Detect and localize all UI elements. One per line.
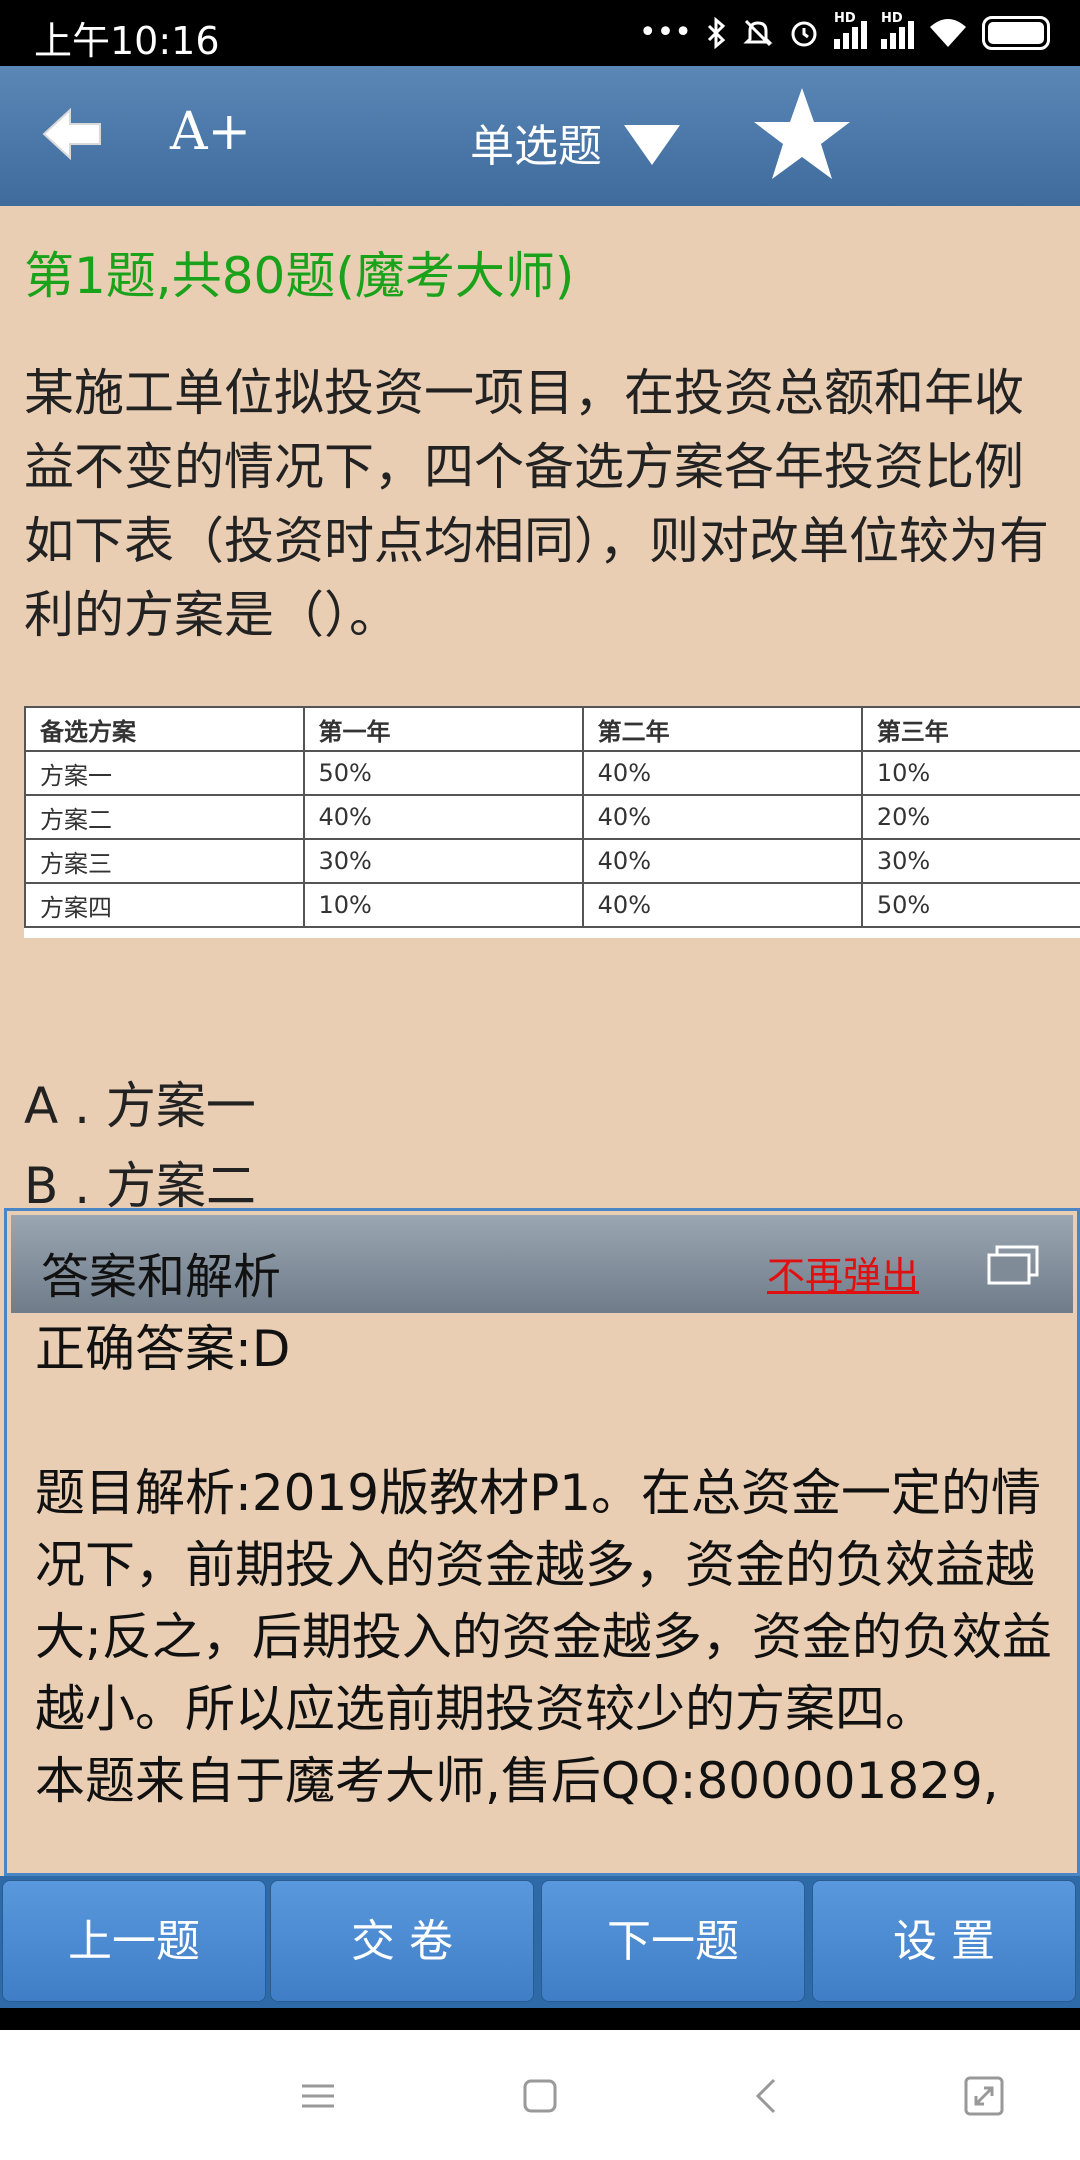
table-cell: 40% <box>581 794 863 840</box>
bottom-divider <box>0 2008 1080 2030</box>
correct-answer: 正确答案:D <box>35 1320 291 1378</box>
table-cell: 30% <box>302 838 584 884</box>
answer-analysis: 题目解析:2019版教材P1。在总资金一定的情况下，前期投入的资金越多，资金的负… <box>35 1464 1052 1738</box>
data-table: 备选方案 第一年 第二年 第三年 方案一 50% 40% 10% 方案二 40%… <box>24 706 1080 928</box>
status-time: 上午10:16 <box>34 19 220 63</box>
system-nav-bar <box>0 2030 1080 2160</box>
settings-button[interactable]: 设 置 <box>812 1880 1076 2002</box>
question-text: 某施工单位拟投资一项目，在投资总额和年收益不变的情况下，四个备选方案各年投资比例… <box>24 364 1049 644</box>
back-arrow-icon[interactable] <box>40 106 104 162</box>
more-dots-icon: ••• <box>638 15 692 50</box>
table-header-cell: 备选方案 <box>24 706 305 752</box>
table-row: 方案一 50% 40% 10% <box>24 750 1080 796</box>
menu-icon[interactable] <box>296 2074 340 2118</box>
mute-icon <box>743 19 773 47</box>
window-restore-icon[interactable] <box>987 1245 1039 1285</box>
star-icon[interactable] <box>752 84 852 184</box>
page-title: 单选题 <box>470 121 602 172</box>
option-a[interactable]: A . 方案一 <box>24 1066 256 1138</box>
hd-signal-icon: HD <box>834 11 867 49</box>
table-cell: 30% <box>860 838 1080 884</box>
question-type-selector[interactable]: 单选题 <box>470 110 680 174</box>
table-cell: 40% <box>581 882 863 928</box>
home-icon[interactable] <box>518 2074 562 2118</box>
no-popup-link[interactable]: 不再弹出 <box>767 1245 919 1300</box>
question-meta: 第1题,共80题(魔考大师) <box>24 247 575 305</box>
table-header-cell: 第二年 <box>581 706 863 752</box>
next-question-button[interactable]: 下一题 <box>541 1880 805 2002</box>
status-icons: ••• HD HD <box>638 11 1050 54</box>
font-size-button[interactable]: A+ <box>170 102 251 162</box>
submit-exam-button[interactable]: 交 卷 <box>270 1880 534 2002</box>
table-cell: 50% <box>302 750 584 796</box>
hd-signal-icon: HD <box>881 11 914 49</box>
table-cell: 40% <box>581 838 863 884</box>
table-cell: 方案三 <box>24 838 305 884</box>
answer-popup: 正确答案:D 题目解析:2019版教材P1。在总资金一定的情况下，前期投入的资金… <box>4 1208 1080 1876</box>
table-cell: 方案四 <box>24 882 305 928</box>
investment-table: 备选方案 第一年 第二年 第三年 方案一 50% 40% 10% 方案二 40%… <box>24 706 1080 938</box>
table-cell: 40% <box>581 750 863 796</box>
bottom-action-bar: 上一题 交 卷 下一题 设 置 <box>0 1876 1080 2008</box>
table-header-cell: 第三年 <box>860 706 1080 752</box>
answer-body: 正确答案:D 题目解析:2019版教材P1。在总资金一定的情况下，前期投入的资金… <box>35 1313 1065 1817</box>
table-header-row: 备选方案 第一年 第二年 第三年 <box>24 706 1080 752</box>
prev-question-button[interactable]: 上一题 <box>2 1880 266 2002</box>
table-cell: 40% <box>302 794 584 840</box>
table-row: 方案四 10% 40% 50% <box>24 882 1080 928</box>
battery-icon <box>982 16 1050 50</box>
answer-source: 本题来自于魔考大师,售后QQ:800001829, <box>35 1752 999 1810</box>
back-icon[interactable] <box>746 2074 790 2118</box>
table-header-cell: 第一年 <box>302 706 584 752</box>
table-cell: 20% <box>860 794 1080 840</box>
table-cell: 50% <box>860 882 1080 928</box>
status-bar: 上午10:16 ••• HD HD <box>0 0 1080 66</box>
table-row: 方案二 40% 40% 20% <box>24 794 1080 840</box>
table-cell: 方案二 <box>24 794 305 840</box>
wifi-icon <box>930 19 966 47</box>
triangle-down-icon <box>624 125 680 165</box>
app-header: A+ 单选题 <box>0 66 1080 206</box>
bluetooth-icon <box>707 17 726 49</box>
table-cell: 10% <box>302 882 584 928</box>
table-row: 方案三 30% 40% 30% <box>24 838 1080 884</box>
table-cell: 方案一 <box>24 750 305 796</box>
screenshot-icon[interactable] <box>962 2074 1006 2118</box>
popup-header: 答案和解析 不再弹出 <box>11 1215 1073 1313</box>
table-cell: 10% <box>860 750 1080 796</box>
popup-title: 答案和解析 <box>41 1249 282 1305</box>
alarm-icon <box>791 21 817 47</box>
